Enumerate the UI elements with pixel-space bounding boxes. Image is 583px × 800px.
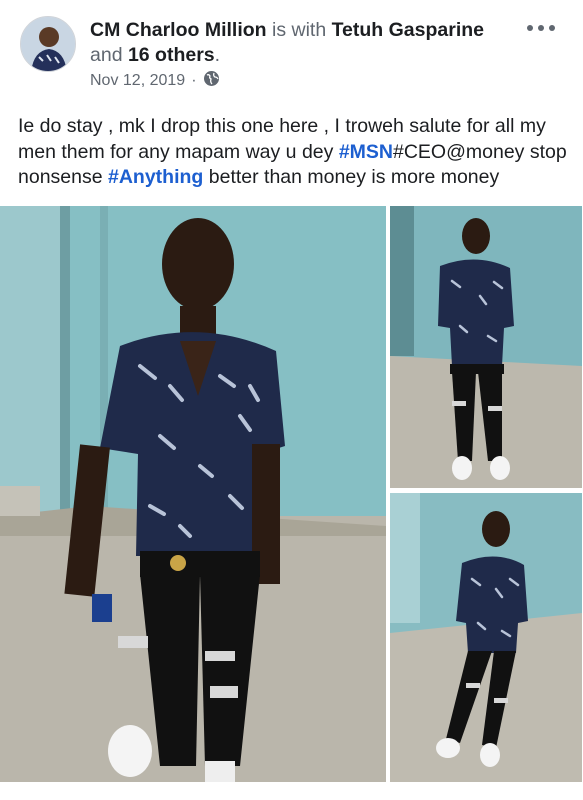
post-text-part3: better than money is more money <box>203 166 500 188</box>
and-text: and <box>90 44 128 66</box>
more-options-icon[interactable] <box>527 18 555 38</box>
hashtag-msn[interactable]: #MSN <box>339 141 393 163</box>
author-avatar[interactable] <box>20 16 76 72</box>
author-line: CM Charloo Million is with Tetuh Gaspari… <box>90 18 510 68</box>
globe-icon <box>203 70 220 92</box>
post-text: Ie do stay , mk I drop this one here , I… <box>18 114 578 191</box>
post-header: CM Charloo Million is with Tetuh Gaspari… <box>0 0 583 100</box>
main-photo[interactable] <box>0 206 386 782</box>
bottom-strip <box>0 782 583 800</box>
tagged-person[interactable]: Tetuh Gasparine <box>332 19 484 41</box>
post-date[interactable]: Nov 12, 2019 <box>90 72 185 90</box>
others-link[interactable]: 16 others <box>128 44 215 66</box>
photo-3[interactable] <box>390 493 582 782</box>
photo-grid <box>0 206 583 786</box>
hashtag-anything[interactable]: #Anything <box>108 166 203 188</box>
meta-dot: · <box>191 72 197 89</box>
period: . <box>214 44 221 66</box>
photo-2[interactable] <box>390 206 582 488</box>
author-name[interactable]: CM Charloo Million <box>90 19 267 41</box>
post-meta: Nov 12, 2019 · <box>90 70 220 92</box>
with-text: is with <box>266 19 332 41</box>
